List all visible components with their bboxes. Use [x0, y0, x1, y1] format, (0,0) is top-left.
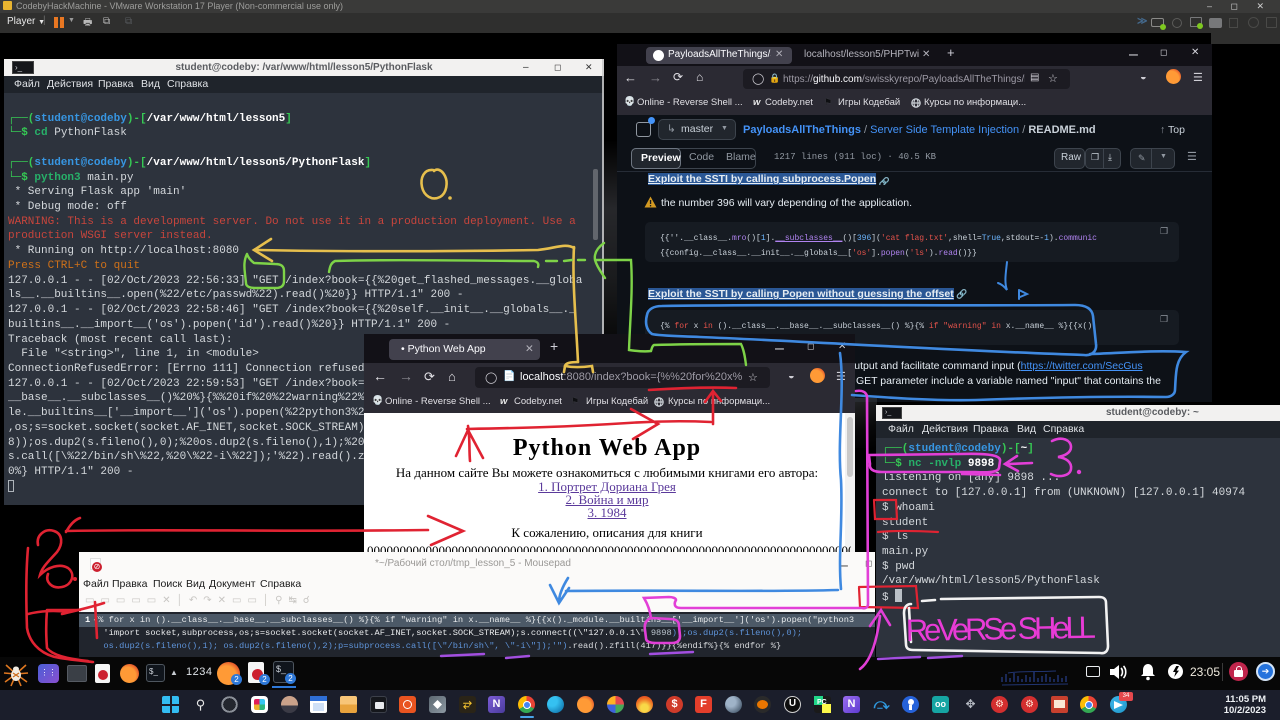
svg-text:ReVeRSe SHeLL: ReVeRSe SHeLL	[906, 610, 1097, 648]
